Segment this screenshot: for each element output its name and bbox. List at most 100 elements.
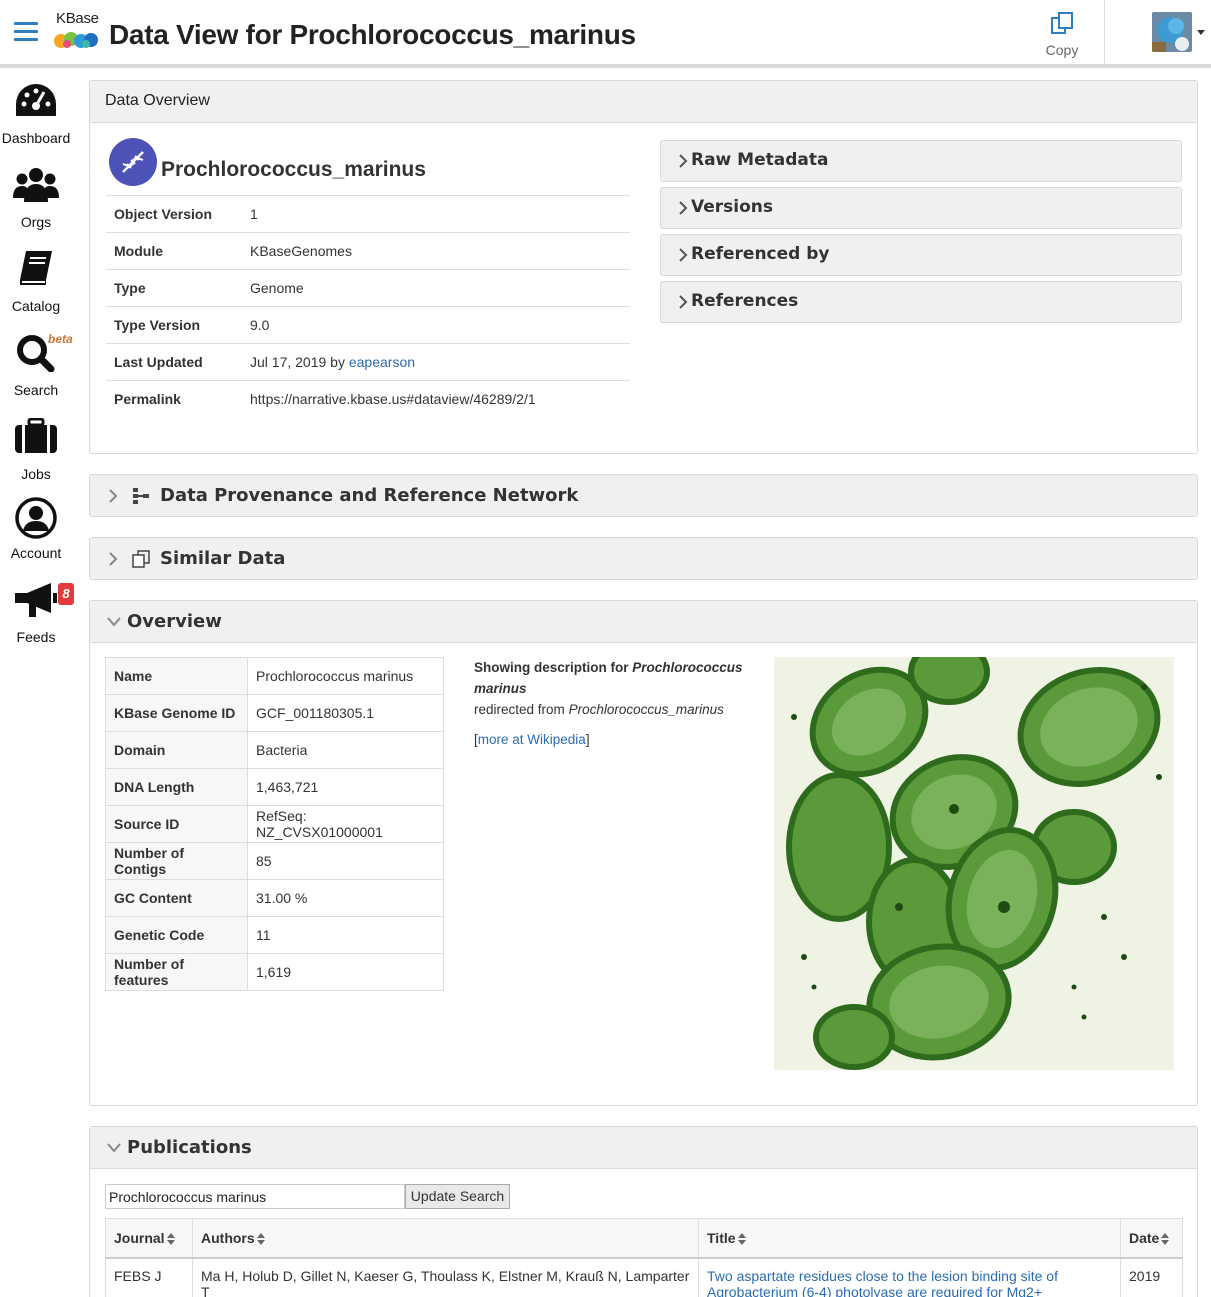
kv-row: Module KBaseGenomes [106, 232, 630, 269]
provenance-panel[interactable]: Data Provenance and Reference Network [89, 474, 1198, 517]
column-header-authors[interactable]: Authors [192, 1218, 699, 1259]
copy-button[interactable]: Copy [1036, 10, 1088, 58]
column-header-date[interactable]: Date [1120, 1218, 1183, 1259]
table-row: Number of features 1,619 [105, 953, 444, 991]
suitcase-icon [15, 418, 57, 453]
column-label: Authors [201, 1229, 255, 1246]
sidebar-item-catalog[interactable]: Catalog [0, 250, 72, 324]
kv-row: Last Updated Jul 17, 2019 by eapearson [106, 343, 630, 380]
sidebar-item-feeds[interactable]: 8 Feeds [0, 581, 74, 655]
publications-panel: Publications Update Search Journal Autho… [89, 1126, 1198, 1297]
sidebar-item-label: Search [13, 382, 59, 398]
publication-search-input[interactable] [105, 1184, 405, 1209]
update-search-button[interactable]: Update Search [405, 1184, 510, 1209]
chevron-down-icon [107, 617, 121, 627]
wikipedia-link[interactable]: more at Wikipedia [478, 732, 586, 747]
page-title: Data View for Prochlorococcus_marinus [109, 19, 636, 50]
publications-table: Journal Authors Title Date FEBS J Ma H, … [105, 1218, 1183, 1297]
row-key: Number of Contigs [105, 842, 248, 880]
sidebar-item-account[interactable]: Account [0, 497, 72, 571]
kv-key: Permalink [114, 391, 181, 407]
sidebar-item-label: Dashboard [1, 130, 71, 146]
copy-icon [1051, 12, 1073, 34]
kv-key: Last Updated [114, 354, 203, 370]
similar-data-panel[interactable]: Similar Data [89, 537, 1198, 580]
users-icon [13, 168, 59, 202]
column-label: Title [707, 1229, 736, 1246]
sidebar-item-label: Jobs [21, 466, 51, 482]
desc-prefix: Showing description for [474, 660, 629, 675]
logo-text: KBase [56, 10, 99, 27]
kv-value: 1 [250, 206, 258, 222]
publication-title-link[interactable]: Two aspartate residues close to the lesi… [707, 1268, 1058, 1297]
row-value: RefSeq: NZ_CVSX01000001 [247, 805, 444, 843]
sidebar-item-label: Feeds [16, 629, 56, 645]
table-row: Genetic Code 11 [105, 916, 444, 954]
copy-label: Copy [1045, 42, 1079, 58]
genome-overview-header[interactable]: Overview [90, 601, 1197, 643]
table-row: FEBS J Ma H, Holub D, Gillet N, Kaeser G… [105, 1257, 1183, 1297]
row-value: 85 [247, 842, 444, 880]
chevron-down-icon[interactable] [1197, 30, 1205, 35]
sidebar-item-dashboard[interactable]: Dashboard [0, 82, 72, 156]
row-value: GCF_001180305.1 [247, 694, 444, 732]
header-divider [1104, 0, 1105, 64]
kv-value: Jul 17, 2019 by eapearson [250, 354, 415, 370]
accordion-title: Versions [691, 197, 773, 217]
user-link[interactable]: eapearson [349, 354, 415, 370]
column-label: Date [1129, 1229, 1160, 1246]
sort-icon [1161, 1233, 1170, 1246]
sort-icon [166, 1233, 175, 1246]
kv-row: Type Genome [106, 269, 630, 306]
date-cell: 2019 [1120, 1257, 1183, 1297]
sidebar-item-label: Catalog [11, 298, 61, 314]
accordion-referenced-by[interactable]: Referenced by [660, 234, 1182, 276]
menu-icon[interactable] [14, 22, 38, 42]
panel-title: Similar Data [160, 548, 286, 569]
kv-value: 9.0 [250, 317, 270, 333]
object-title: Prochlorococcus_marinus [161, 158, 426, 181]
bullhorn-icon [15, 583, 57, 617]
panel-title: Data Provenance and Reference Network [160, 485, 579, 506]
accordion-references[interactable]: References [660, 281, 1182, 323]
row-key: Domain [105, 731, 248, 769]
genome-overview-panel: Overview Name Prochlorococcus marinus KBa… [89, 600, 1198, 1106]
kbase-logo[interactable]: KBase [53, 10, 103, 54]
beta-tag: beta [48, 332, 73, 346]
sidebar-item-orgs[interactable]: Orgs [0, 166, 72, 240]
journal-cell: FEBS J [105, 1257, 193, 1297]
publications-header[interactable]: Publications [90, 1127, 1197, 1169]
kv-row: Type Version 9.0 [106, 306, 630, 343]
row-value: 1,463,721 [247, 768, 444, 806]
redirect-prefix: redirected from [474, 702, 565, 717]
accordion-raw-metadata[interactable]: Raw Metadata [660, 140, 1182, 182]
chevron-right-icon [679, 248, 688, 262]
user-circle-icon [15, 497, 57, 539]
row-value: 1,619 [247, 953, 444, 991]
permalink-link[interactable]: https://narrative.kbase.us#dataview/4628… [250, 391, 536, 407]
table-row: GC Content 31.00 % [105, 879, 444, 917]
genome-stats-table: Name Prochlorococcus marinus KBase Genome… [105, 657, 444, 991]
avatar[interactable] [1152, 12, 1192, 52]
book-icon [20, 251, 52, 285]
kv-key: Type [114, 280, 146, 296]
wiki-line: [more at Wikipedia] [474, 732, 590, 747]
row-value: 11 [247, 916, 444, 954]
kv-value: KBaseGenomes [250, 243, 352, 259]
accordion-versions[interactable]: Versions [660, 187, 1182, 229]
row-key: KBase Genome ID [105, 694, 248, 732]
sidebar-item-search[interactable]: beta Search [0, 332, 73, 408]
description-line: Showing description for Prochlorococcus … [474, 657, 774, 699]
chevron-right-icon [679, 295, 688, 309]
panel-title: Data Overview [105, 92, 210, 109]
row-key: Name [105, 657, 248, 695]
column-header-title[interactable]: Title [698, 1218, 1121, 1259]
column-header-journal[interactable]: Journal [105, 1218, 193, 1259]
sidebar-item-jobs[interactable]: Jobs [0, 418, 72, 492]
sitemap-icon [133, 488, 149, 504]
type-link[interactable]: Genome [250, 280, 304, 296]
row-key: GC Content [105, 879, 248, 917]
title-cell: Two aspartate residues close to the lesi… [698, 1257, 1121, 1297]
row-key: Source ID [105, 805, 248, 843]
wiki-description: Showing description for Prochlorococcus … [474, 657, 774, 750]
